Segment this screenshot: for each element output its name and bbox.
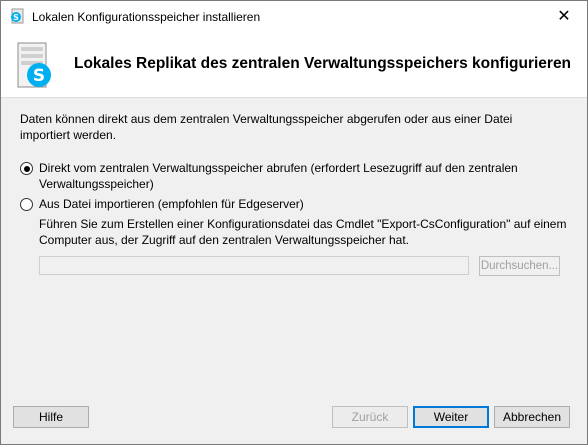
- help-button[interactable]: Hilfe: [13, 406, 89, 428]
- option-import-file[interactable]: Aus Datei importieren (empfohlen für Edg…: [20, 196, 539, 212]
- skype-server-icon: S: [12, 41, 62, 91]
- svg-text:S: S: [13, 13, 19, 22]
- window-title: Lokalen Konfigurationsspeicher installie…: [32, 10, 261, 24]
- option-direct-label: Direkt vom zentralen Verwaltungsspeicher…: [39, 161, 518, 191]
- installer-window: S Lokalen Konfigurationsspeicher install…: [0, 0, 588, 445]
- svg-text:S: S: [33, 66, 45, 86]
- close-button[interactable]: ✕: [541, 1, 587, 31]
- option-direct[interactable]: Direkt vom zentralen Verwaltungsspeicher…: [20, 160, 539, 192]
- page-title: Lokales Replikat des zentralen Verwaltun…: [74, 55, 572, 72]
- back-button[interactable]: Zurück: [332, 406, 408, 428]
- title-bar: S Lokalen Konfigurationsspeicher install…: [1, 1, 587, 31]
- cancel-button[interactable]: Abbrechen: [494, 406, 570, 428]
- close-icon: ✕: [557, 8, 571, 25]
- radio-direct[interactable]: [20, 162, 33, 175]
- wizard-header: S Lokales Replikat des zentralen Verwalt…: [1, 31, 587, 98]
- file-path-input[interactable]: [39, 256, 469, 275]
- intro-text: Daten können direkt aus dem zentralen Ve…: [20, 112, 513, 142]
- radio-import-file[interactable]: [20, 198, 33, 211]
- wizard-content: Daten können direkt aus dem zentralen Ve…: [1, 98, 587, 398]
- next-button[interactable]: Weiter: [413, 406, 489, 428]
- option-import-file-label: Aus Datei importieren (empfohlen für Edg…: [39, 197, 304, 211]
- file-description: Führen Sie zum Erstellen einer Konfigura…: [39, 217, 567, 247]
- skype-app-icon: S: [9, 8, 25, 24]
- browse-button[interactable]: Durchsuchen...: [479, 256, 560, 276]
